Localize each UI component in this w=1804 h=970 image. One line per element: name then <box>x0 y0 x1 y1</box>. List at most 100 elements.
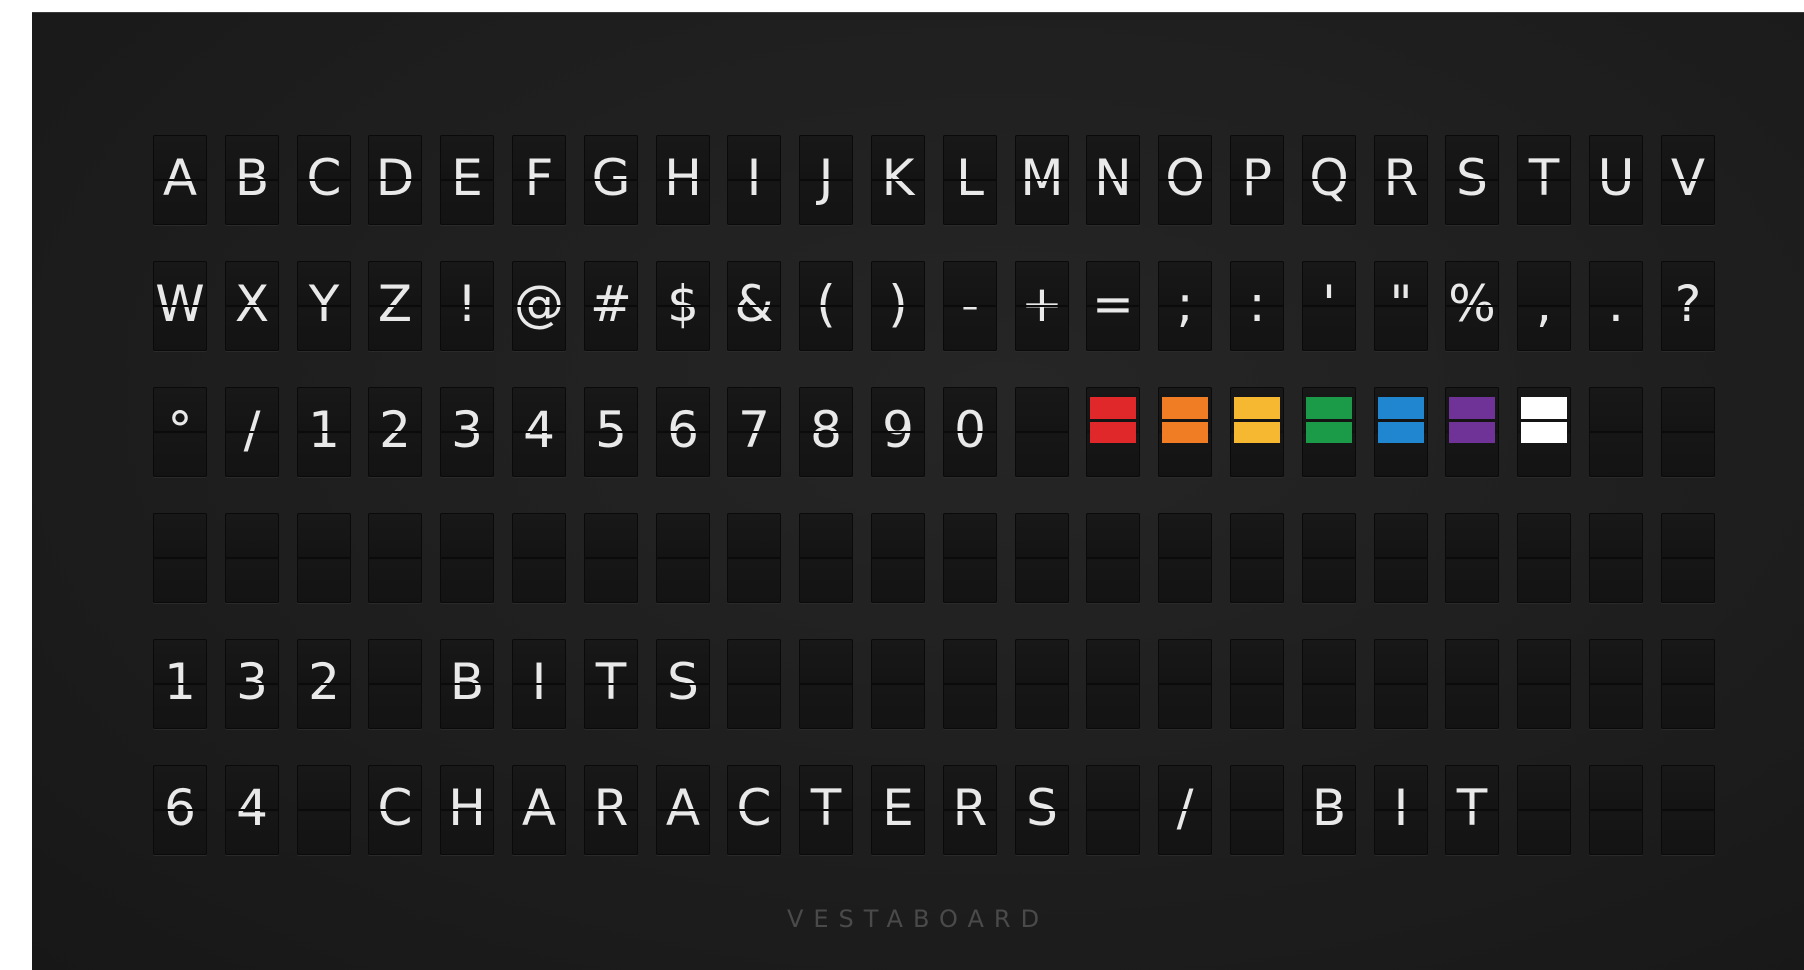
tile-character: N <box>1094 149 1132 207</box>
blank-tile <box>1589 513 1643 603</box>
tile-character: Y <box>308 275 340 333</box>
tile-character: A <box>521 779 557 837</box>
character-tile: C <box>368 765 422 855</box>
character-tile: 1 <box>297 387 351 477</box>
character-tile: K <box>871 135 925 225</box>
blank-tile <box>727 513 781 603</box>
blank-tile <box>1086 639 1140 729</box>
blank-tile <box>1661 513 1715 603</box>
tile-character: S <box>667 653 699 711</box>
character-tile: / <box>1158 765 1212 855</box>
blank-tile <box>1230 765 1284 855</box>
blank-tile <box>1158 639 1212 729</box>
tile-character: B <box>1311 779 1347 837</box>
tile-character: Z <box>377 275 413 333</box>
tile-character: H <box>448 779 486 837</box>
blank-tile <box>1445 639 1499 729</box>
tile-character: A <box>162 149 198 207</box>
tile-character: + <box>1021 275 1063 333</box>
blank-tile <box>368 513 422 603</box>
tile-character: 7 <box>738 401 770 459</box>
character-tile: O <box>1158 135 1212 225</box>
character-tile: H <box>656 135 710 225</box>
character-tile: T <box>584 639 638 729</box>
tile-character: K <box>881 149 915 207</box>
tile-character: ? <box>1674 275 1702 333</box>
blank-tile <box>440 513 494 603</box>
tile-character: B <box>449 653 485 711</box>
blank-tile <box>1661 387 1715 477</box>
character-tile: Z <box>368 261 422 351</box>
character-tile: U <box>1589 135 1643 225</box>
character-tile: 4 <box>512 387 566 477</box>
character-tile: X <box>225 261 279 351</box>
tile-character: C <box>306 149 342 207</box>
color-tile-orange <box>1158 387 1212 477</box>
tile-character: E <box>882 779 914 837</box>
tile-character: ' <box>1322 275 1336 333</box>
tile-character: Q <box>1309 149 1349 207</box>
character-tile: ' <box>1302 261 1356 351</box>
character-tile: ; <box>1158 261 1212 351</box>
tile-character: / <box>243 401 261 459</box>
character-tile: I <box>1374 765 1428 855</box>
blank-tile <box>1302 639 1356 729</box>
tile-character: . <box>1608 275 1624 333</box>
color-tile-white <box>1517 387 1571 477</box>
blank-tile <box>1589 765 1643 855</box>
character-tile: A <box>512 765 566 855</box>
character-tile: 6 <box>153 765 207 855</box>
blank-tile <box>1015 639 1069 729</box>
tile-character: C <box>736 779 772 837</box>
tile-character: 4 <box>236 779 268 837</box>
color-tile-red <box>1086 387 1140 477</box>
character-tile: I <box>727 135 781 225</box>
tile-character: R <box>593 779 629 837</box>
blank-tile <box>799 639 853 729</box>
character-tile: 1 <box>153 639 207 729</box>
character-tile: 8 <box>799 387 853 477</box>
blank-tile <box>1015 387 1069 477</box>
tile-character: X <box>234 275 270 333</box>
tile-character: 2 <box>379 401 411 459</box>
tile-character: ( <box>816 275 836 333</box>
tile-character: T <box>1456 779 1488 837</box>
blank-tile <box>1661 639 1715 729</box>
tile-character: T <box>810 779 842 837</box>
character-tile: . <box>1589 261 1643 351</box>
blank-tile <box>1661 765 1715 855</box>
blank-tile <box>584 513 638 603</box>
character-tile: S <box>656 639 710 729</box>
tile-character: C <box>377 779 413 837</box>
character-tile: / <box>225 387 279 477</box>
character-tile: ( <box>799 261 853 351</box>
tile-character: G <box>591 149 631 207</box>
character-tile: A <box>656 765 710 855</box>
character-tile: V <box>1661 135 1715 225</box>
character-tile: @ <box>512 261 566 351</box>
tile-character: R <box>952 779 988 837</box>
blank-tile <box>1015 513 1069 603</box>
character-tile: 5 <box>584 387 638 477</box>
character-tile: N <box>1086 135 1140 225</box>
character-tile: ? <box>1661 261 1715 351</box>
character-tile: % <box>1445 261 1499 351</box>
color-tile-violet <box>1445 387 1499 477</box>
blank-tile <box>512 513 566 603</box>
character-tile: C <box>727 765 781 855</box>
tile-character: , <box>1536 275 1552 333</box>
blank-tile <box>1374 513 1428 603</box>
character-tile: R <box>943 765 997 855</box>
tile-character: I <box>1393 779 1409 837</box>
tile-character: A <box>665 779 701 837</box>
vestaboard-panel: A B C D E F G H I J K L M N O P Q R S T U V W X Y Z! @ # $ &() - + =;: ' "… <box>32 12 1804 970</box>
blank-tile <box>943 513 997 603</box>
blank-tile <box>297 765 351 855</box>
blank-tile <box>1230 513 1284 603</box>
character-tile: + <box>1015 261 1069 351</box>
tile-character: J <box>818 149 834 207</box>
character-tile: S <box>1015 765 1069 855</box>
character-tile: 9 <box>871 387 925 477</box>
character-tile: 2 <box>297 639 351 729</box>
character-tile: 6 <box>656 387 710 477</box>
